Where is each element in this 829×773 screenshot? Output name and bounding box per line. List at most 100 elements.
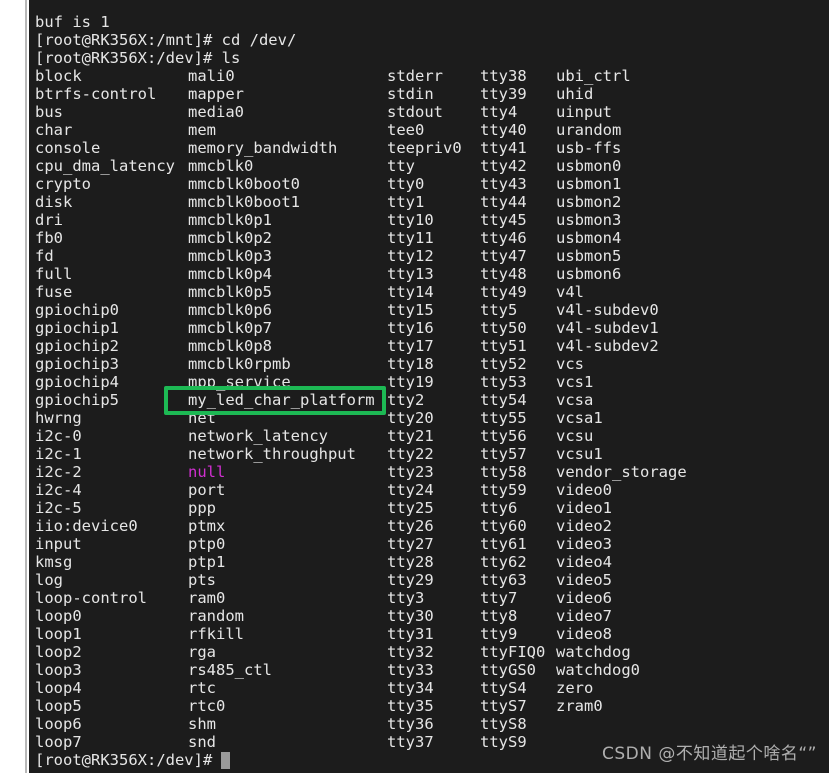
ls-entry: shm bbox=[188, 715, 216, 733]
ls-entry: usbmon2 bbox=[556, 193, 622, 211]
ls-entry: tty5 bbox=[480, 301, 518, 319]
ls-entry: tty45 bbox=[480, 211, 527, 229]
ls-entry: v4l-subdev2 bbox=[556, 337, 659, 355]
ls-entry: tty35 bbox=[387, 697, 434, 715]
ls-entry: mpp_service bbox=[188, 373, 291, 391]
ls-entry: hwrng bbox=[35, 409, 82, 427]
ls-entry: ram0 bbox=[188, 589, 226, 607]
ls-entry: loop5 bbox=[35, 697, 82, 715]
ls-entry: tty57 bbox=[480, 445, 527, 463]
ls-entry: usbmon6 bbox=[556, 265, 622, 283]
ls-entry: mmcblk0p6 bbox=[188, 301, 272, 319]
ls-entry: video8 bbox=[556, 625, 612, 643]
ls-entry: disk bbox=[35, 193, 73, 211]
ls-entry: rs485_ctl bbox=[188, 661, 272, 679]
ls-entry: tee0 bbox=[387, 121, 425, 139]
ls-entry: loop3 bbox=[35, 661, 82, 679]
ls-entry: rtc0 bbox=[188, 697, 226, 715]
terminal-window[interactable]: buf is 1 [root@RK356X:/mnt]# cd /dev/ [roo… bbox=[29, 0, 829, 773]
ls-entry: null bbox=[188, 463, 226, 481]
ls-entry: ptp0 bbox=[188, 535, 226, 553]
ls-entry: gpiochip0 bbox=[35, 301, 119, 319]
ls-entry: tty58 bbox=[480, 463, 527, 481]
ls-entry: tty27 bbox=[387, 535, 434, 553]
ls-entry: tty60 bbox=[480, 517, 527, 535]
ls-entry: memory_bandwidth bbox=[188, 139, 338, 157]
ls-entry: tty21 bbox=[387, 427, 434, 445]
ls-entry: ttyS4 bbox=[480, 679, 527, 697]
ls-entry: log bbox=[35, 571, 63, 589]
ls-entry: tty20 bbox=[387, 409, 434, 427]
output-line: buf is 1 bbox=[35, 13, 110, 31]
ls-entry: mapper bbox=[188, 85, 244, 103]
ls-entry: bus bbox=[35, 103, 63, 121]
ls-entry: tty11 bbox=[387, 229, 434, 247]
ls-entry: tty33 bbox=[387, 661, 434, 679]
ls-entry: video2 bbox=[556, 517, 612, 535]
ls-entry: ptmx bbox=[188, 517, 226, 535]
ls-entry: rtc bbox=[188, 679, 216, 697]
prompt-line: [root@RK356X:/mnt]# cd /dev/ bbox=[35, 31, 297, 49]
ls-entry: tty47 bbox=[480, 247, 527, 265]
ls-entry: ttyS8 bbox=[480, 715, 527, 733]
ls-entry: fd bbox=[35, 247, 54, 265]
ls-entry: vcsa1 bbox=[556, 409, 603, 427]
ls-entry: tty51 bbox=[480, 337, 527, 355]
ls-entry: mmcblk0p8 bbox=[188, 337, 272, 355]
ls-entry: video3 bbox=[556, 535, 612, 553]
prompt-line: [root@RK356X:/dev]# bbox=[35, 751, 222, 769]
ls-entry: crypto bbox=[35, 175, 91, 193]
ls-entry: tty14 bbox=[387, 283, 434, 301]
ls-entry: random bbox=[188, 607, 244, 625]
ls-entry: i2c-2 bbox=[35, 463, 82, 481]
ls-entry: tty63 bbox=[480, 571, 527, 589]
ls-entry: watchdog0 bbox=[556, 661, 640, 679]
ls-entry: tty53 bbox=[480, 373, 527, 391]
ls-entry: full bbox=[35, 265, 73, 283]
ls-entry: tty32 bbox=[387, 643, 434, 661]
ls-entry: zram0 bbox=[556, 697, 603, 715]
ls-entry: teepriv0 bbox=[387, 139, 462, 157]
ls-entry: tty29 bbox=[387, 571, 434, 589]
ls-entry: tty bbox=[387, 157, 415, 175]
ls-entry: block bbox=[35, 67, 82, 85]
ls-entry: usbmon5 bbox=[556, 247, 622, 265]
ls-entry: usbmon4 bbox=[556, 229, 622, 247]
ls-entry: tty19 bbox=[387, 373, 434, 391]
ls-entry: vcsu bbox=[556, 427, 594, 445]
ls-entry: mmcblk0p7 bbox=[188, 319, 272, 337]
ls-entry: gpiochip4 bbox=[35, 373, 119, 391]
ls-entry: ttyGS0 bbox=[480, 661, 536, 679]
ls-entry: tty2 bbox=[387, 391, 425, 409]
ls-entry: video1 bbox=[556, 499, 612, 517]
ls-entry: loop4 bbox=[35, 679, 82, 697]
ls-entry: tty31 bbox=[387, 625, 434, 643]
ls-entry: loop2 bbox=[35, 643, 82, 661]
ls-entry: urandom bbox=[556, 121, 622, 139]
ls-entry: v4l bbox=[556, 283, 584, 301]
ls-entry: video4 bbox=[556, 553, 612, 571]
ls-entry: rga bbox=[188, 643, 216, 661]
ls-entry: tty26 bbox=[387, 517, 434, 535]
ls-entry: tty36 bbox=[387, 715, 434, 733]
ls-entry: loop0 bbox=[35, 607, 82, 625]
ls-entry: ttyFIQ0 bbox=[480, 643, 546, 661]
ls-entry: tty3 bbox=[387, 589, 425, 607]
ls-entry: tty15 bbox=[387, 301, 434, 319]
ls-entry: tty1 bbox=[387, 193, 425, 211]
ls-entry: mmcblk0p4 bbox=[188, 265, 272, 283]
ls-entry: network_throughput bbox=[188, 445, 356, 463]
ls-entry: tty61 bbox=[480, 535, 527, 553]
ls-entry: tty18 bbox=[387, 355, 434, 373]
ls-entry: tty8 bbox=[480, 607, 518, 625]
ls-entry: video6 bbox=[556, 589, 612, 607]
ls-entry: vendor_storage bbox=[556, 463, 687, 481]
ls-entry: pts bbox=[188, 571, 216, 589]
csdn-watermark: CSDN @不知道起个啥名“” bbox=[602, 744, 817, 764]
ls-entry: mmcblk0boot0 bbox=[188, 175, 300, 193]
ls-entry: zero bbox=[556, 679, 594, 697]
ls-entry: tty4 bbox=[480, 103, 518, 121]
ls-entry: loop6 bbox=[35, 715, 82, 733]
ls-entry: tty12 bbox=[387, 247, 434, 265]
ls-entry: gpiochip1 bbox=[35, 319, 119, 337]
